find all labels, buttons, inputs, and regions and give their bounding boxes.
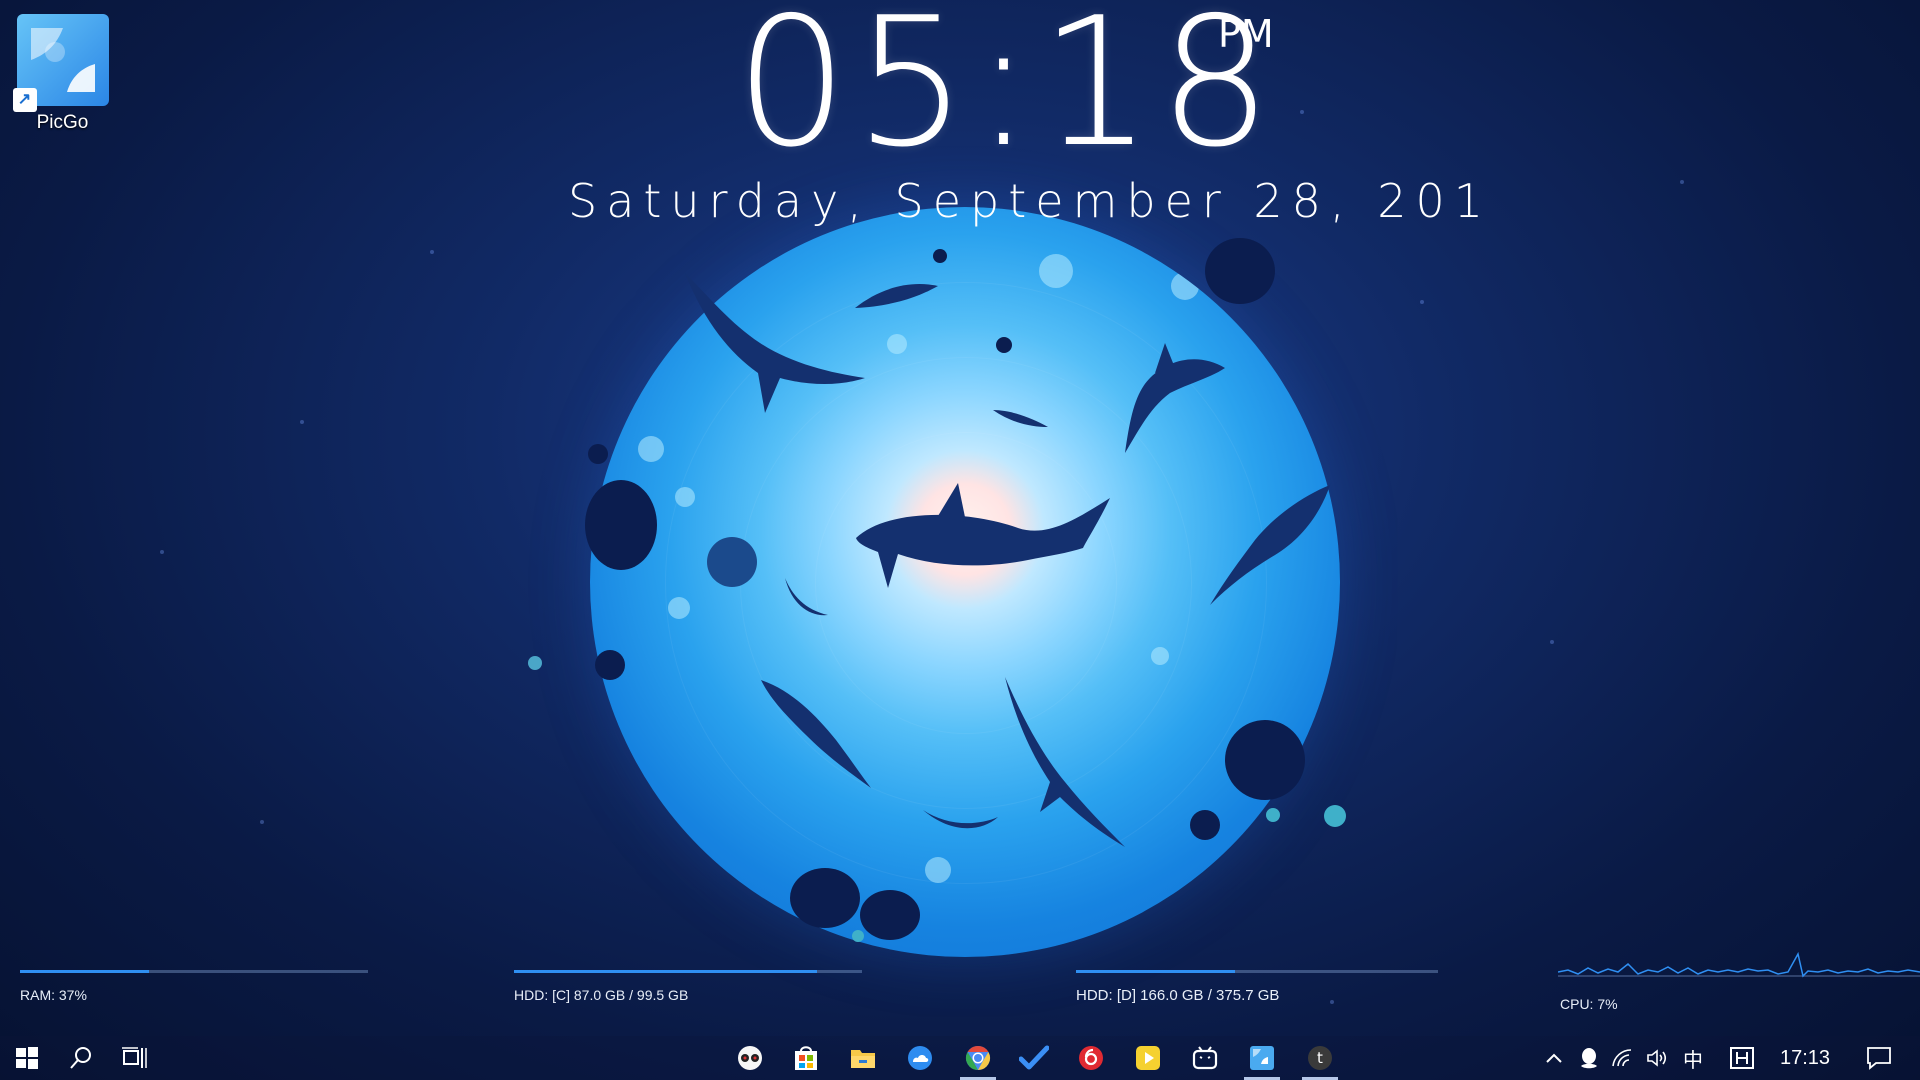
shark [761, 680, 871, 788]
start-button[interactable] [6, 1036, 48, 1080]
bubble [852, 930, 864, 942]
tray-time: 17:13 [1779, 1046, 1831, 1069]
taskbar-app-picgo[interactable] [1240, 1036, 1284, 1080]
shark [785, 578, 828, 616]
bubble-blob [595, 650, 625, 680]
clock-ampm: PM [1218, 12, 1274, 56]
tray-ime[interactable]: 中 [1676, 1036, 1710, 1080]
task-view-icon [122, 1047, 147, 1068]
star [1680, 180, 1684, 184]
taskbar-app-cheese[interactable] [730, 1036, 770, 1080]
shark [1210, 485, 1330, 605]
file-explorer-icon [851, 1050, 875, 1068]
shark [923, 810, 998, 829]
cpu-graph [1557, 951, 1920, 978]
taskbar-app-chrome[interactable] [956, 1036, 1000, 1080]
bubble-blob [1225, 720, 1305, 800]
taskbar-app-store[interactable] [786, 1036, 826, 1080]
clock-time: 05:18 [735, 0, 1278, 186]
ram-meter-label: RAM: 37% [20, 987, 87, 1003]
shark [993, 410, 1048, 427]
chrome-icon [965, 1046, 991, 1070]
cheese-app-icon [738, 1046, 762, 1070]
ram-meter-fill [20, 970, 149, 973]
bubble-blob [1190, 810, 1220, 840]
svg-text:t: t [1317, 1049, 1323, 1067]
star [430, 250, 434, 254]
clock-date: Saturday, September 28, 201 [568, 174, 1492, 228]
ram-meter-track [20, 970, 368, 973]
tray-keyboard-mode[interactable] [1722, 1036, 1762, 1080]
hdd-c-meter-label: HDD: [C] 87.0 GB / 99.5 GB [514, 987, 689, 1003]
shark [855, 284, 938, 308]
bilibili-icon [1192, 1046, 1218, 1070]
star [1420, 300, 1424, 304]
picgo-app-icon: ↗ [12, 14, 109, 112]
star [1550, 640, 1554, 644]
todo-icon [1019, 1045, 1049, 1070]
tray-volume[interactable] [1640, 1036, 1674, 1080]
hdd-d-meter-fill [1076, 970, 1236, 973]
hdd-c-meter-track [514, 970, 862, 973]
hdd-c-meter-fill [514, 970, 817, 973]
search-icon [70, 1047, 91, 1069]
action-center-button[interactable] [1854, 1036, 1904, 1080]
star [160, 550, 164, 554]
cpu-meter: CPU: 7% [1557, 950, 1920, 1012]
desktop-icon-picgo[interactable]: ↗ PicGo [10, 14, 115, 134]
ime-indicator: 中 [1683, 1049, 1703, 1072]
ram-meter: RAM: 37% [20, 970, 368, 1003]
taskbar: t 中 17:13 [0, 1036, 1920, 1080]
taskbar-app-bilibili[interactable] [1184, 1036, 1226, 1080]
hdd-d-meter-track [1076, 970, 1438, 973]
clock-widget: 05:18 [735, 0, 1272, 172]
chevron-up-icon [1546, 1053, 1562, 1063]
desktop-icon-label: PicGo [36, 112, 89, 133]
wifi-icon [1612, 1049, 1632, 1067]
tray-clock[interactable]: 17:13 [1770, 1036, 1840, 1080]
windows-start-icon [16, 1047, 38, 1069]
bubble [1266, 808, 1280, 822]
hdd-d-meter-label: HDD: [D] 166.0 GB / 375.7 GB [1076, 987, 1280, 1004]
bubble-blob [588, 444, 608, 464]
cpu-meter-label: CPU: 7% [1560, 996, 1618, 1012]
cloud-app-icon [908, 1046, 932, 1070]
hdd-d-meter: HDD: [D] 166.0 GB / 375.7 GB [1076, 970, 1438, 1004]
bubble-blob [860, 890, 920, 940]
tray-overflow-button[interactable] [1536, 1036, 1572, 1080]
taskbar-app-explorer[interactable] [843, 1036, 883, 1080]
tray-qq[interactable] [1572, 1036, 1606, 1080]
volume-icon [1647, 1049, 1667, 1067]
taskbar-app-netease-music[interactable] [1071, 1036, 1111, 1080]
input-mode-icon [1730, 1047, 1754, 1069]
bubble-blob [1205, 238, 1275, 304]
netease-music-icon [1079, 1046, 1103, 1070]
shortcut-arrow-icon: ↗ [12, 88, 37, 112]
video-player-icon [1136, 1046, 1160, 1070]
star [260, 820, 264, 824]
taskbar-app-cloud[interactable] [900, 1036, 940, 1080]
bubble-blob [790, 868, 860, 928]
typora-icon: t [1308, 1046, 1332, 1070]
picgo-icon [1250, 1046, 1274, 1070]
bubble-blob [585, 480, 657, 570]
shark [1125, 343, 1225, 453]
star [1300, 110, 1304, 114]
bubble [1324, 805, 1346, 827]
search-button[interactable] [60, 1036, 102, 1080]
taskbar-app-todo[interactable] [1014, 1036, 1054, 1080]
taskbar-app-typora[interactable]: t [1298, 1036, 1342, 1080]
task-view-button[interactable] [114, 1036, 156, 1080]
store-icon [795, 1046, 817, 1070]
notification-icon [1867, 1047, 1891, 1070]
taskbar-app-video-player[interactable] [1128, 1036, 1168, 1080]
shark [685, 273, 865, 413]
bubble [528, 656, 542, 670]
star [300, 420, 304, 424]
qq-icon [1581, 1048, 1597, 1069]
hdd-c-meter: HDD: [C] 87.0 GB / 99.5 GB [514, 970, 862, 1003]
tray-wifi[interactable] [1606, 1036, 1640, 1080]
shark [856, 483, 1110, 588]
shark [1005, 677, 1125, 847]
